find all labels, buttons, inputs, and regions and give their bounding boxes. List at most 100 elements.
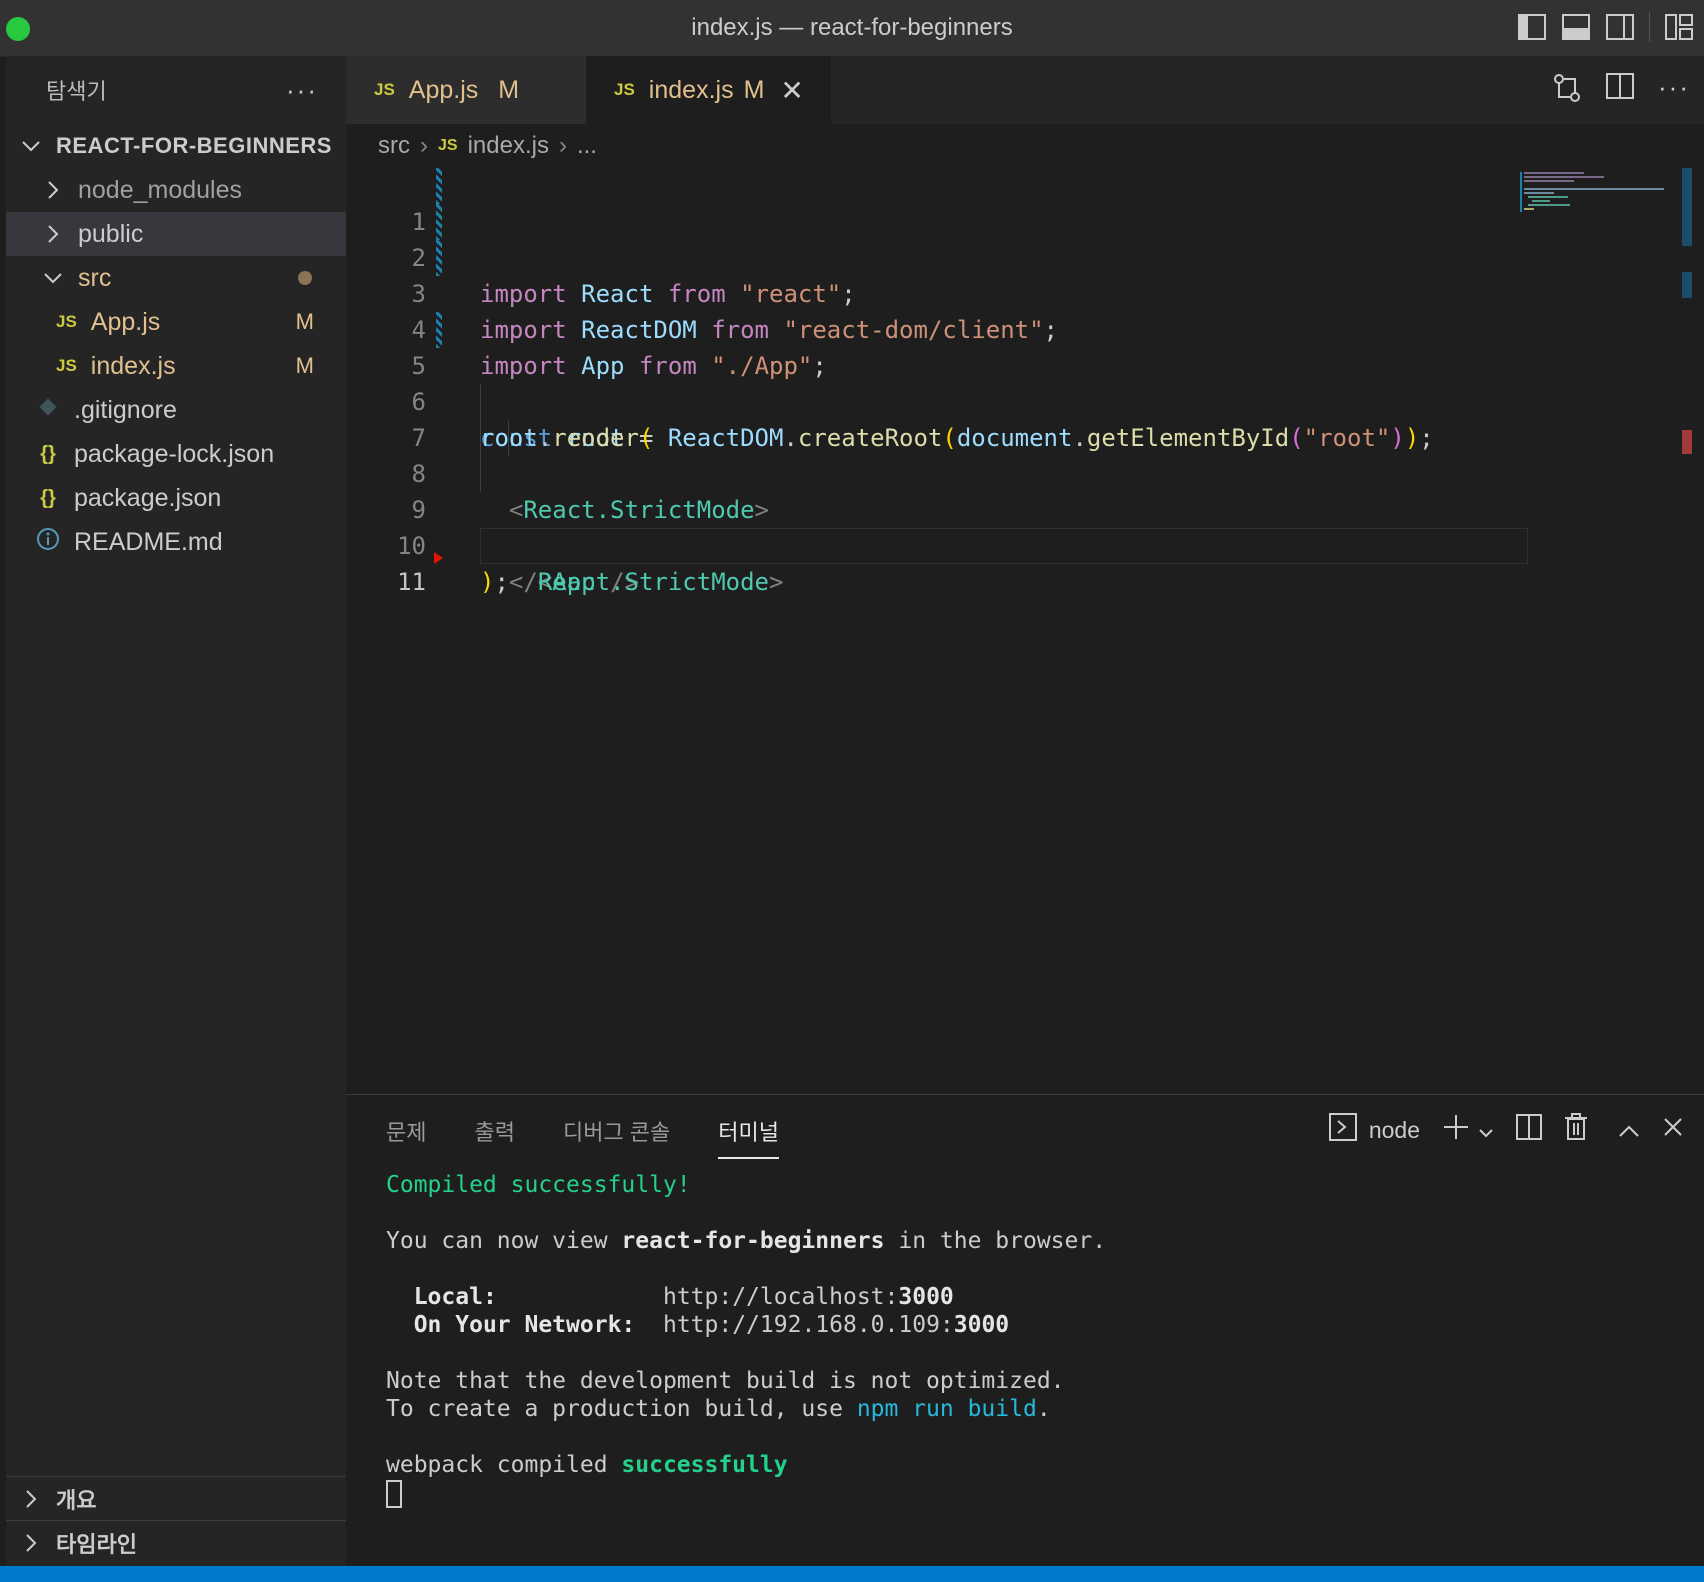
divider xyxy=(1649,12,1650,42)
git-status-badge: M xyxy=(743,75,765,104)
terminal-shell-name[interactable]: node xyxy=(1369,1117,1420,1144)
breadcrumb-symbols[interactable]: ... xyxy=(577,132,597,160)
open-changes-icon[interactable] xyxy=(1552,72,1582,109)
terminal-output[interactable]: Compiled successfully! You can now view … xyxy=(386,1171,1106,1508)
terminal-local-url[interactable]: http://localhost: xyxy=(663,1284,898,1310)
status-bar xyxy=(0,1566,1704,1582)
panel-actions: node xyxy=(1328,1113,1684,1147)
tree-item-app-js[interactable]: JS App.js M xyxy=(6,300,346,344)
explorer-title: 탐색기 xyxy=(46,79,107,104)
tree-item-label: App.js xyxy=(90,307,161,336)
code-line: 6 root.render( xyxy=(346,348,1526,452)
tree-item-gitignore[interactable]: .gitignore xyxy=(6,388,346,432)
project-folder-header[interactable]: REACT-FOR-BEGINNERS xyxy=(6,124,346,168)
close-tab-icon[interactable]: ✕ xyxy=(780,74,803,107)
tab-app-js[interactable]: JS App.js M xyxy=(346,56,586,124)
chevron-right-icon xyxy=(18,1489,44,1509)
git-status-badge: M xyxy=(498,75,520,104)
code-line: 2 import ReactDOM from "react-dom/client… xyxy=(346,204,1526,344)
split-terminal-icon[interactable] xyxy=(1516,1114,1542,1146)
tree-item-label: .gitignore xyxy=(74,395,177,424)
breadcrumb-folder[interactable]: src xyxy=(378,132,410,160)
terminal-compiled-line: Compiled successfully! xyxy=(386,1172,691,1198)
terminal-webpack-prefix: webpack compiled xyxy=(386,1452,622,1478)
toggle-panel-icon[interactable] xyxy=(1561,12,1591,42)
breadcrumb: src › JS index.js › ... xyxy=(378,124,597,168)
json-file-icon: {} xyxy=(40,442,56,465)
chevron-down-icon[interactable] xyxy=(1478,1117,1494,1144)
tree-item-public[interactable]: public xyxy=(6,212,346,256)
tree-item-label: index.js xyxy=(90,351,176,380)
toggle-secondary-sidebar-icon[interactable] xyxy=(1605,12,1635,42)
code-line: 1 import React from "react"; xyxy=(346,168,1526,308)
chevron-right-icon: › xyxy=(420,132,428,159)
tree-item-readme[interactable]: README.md xyxy=(6,520,346,564)
outline-section[interactable]: 개요 xyxy=(6,1476,346,1521)
terminal-note-prefix: To create a production build, use xyxy=(386,1396,857,1422)
timeline-section[interactable]: 타임라인 xyxy=(6,1520,346,1565)
scrollbar-marker xyxy=(1682,272,1692,298)
terminal-network-url[interactable]: http://192.168.0.109: xyxy=(663,1312,954,1338)
json-file-icon: {} xyxy=(40,486,56,509)
more-actions-icon[interactable]: ··· xyxy=(286,75,318,106)
tab-index-js[interactable]: JS index.js M ✕ xyxy=(586,56,831,124)
tree-item-src[interactable]: src xyxy=(6,256,346,300)
terminal-view-prefix: You can now view xyxy=(386,1228,622,1254)
outline-label: 개요 xyxy=(56,1488,97,1513)
editor-tab-bar: JS App.js M JS index.js M ✕ ··· xyxy=(346,56,1704,124)
new-terminal-icon[interactable] xyxy=(1442,1113,1470,1147)
indent-guide xyxy=(508,420,509,456)
scrollbar-thumb[interactable] xyxy=(1682,168,1692,246)
git-modified-marker xyxy=(436,168,442,204)
git-file-icon xyxy=(34,397,62,423)
split-editor-icon[interactable] xyxy=(1606,72,1635,109)
tab-terminal[interactable]: 터미널 xyxy=(718,1115,780,1159)
tree-item-label: node_modules xyxy=(78,175,243,204)
toggle-primary-sidebar-icon[interactable] xyxy=(1517,12,1547,42)
tree-item-node-modules[interactable]: node_modules xyxy=(6,168,346,212)
panel-tabs: 문제 출력 디버그 콘솔 터미널 xyxy=(386,1115,780,1159)
indent-guide xyxy=(480,420,481,456)
modified-dot-icon xyxy=(298,271,312,285)
bottom-panel: 문제 출력 디버그 콘솔 터미널 node Compiled successfu… xyxy=(346,1094,1704,1567)
breadcrumb-file[interactable]: index.js xyxy=(468,132,549,160)
trash-icon[interactable] xyxy=(1564,1113,1588,1147)
tab-output[interactable]: 출력 xyxy=(474,1115,514,1159)
terminal-note-suffix: . xyxy=(1036,1396,1051,1422)
code-line: 8 <App /> xyxy=(346,420,1526,596)
js-file-icon: JS xyxy=(56,356,77,375)
maximize-panel-icon[interactable] xyxy=(1618,1117,1640,1144)
tab-problems[interactable]: 문제 xyxy=(386,1115,426,1159)
minimap[interactable] xyxy=(1520,168,1680,228)
tree-item-package-lock-json[interactable]: {} package-lock.json xyxy=(6,432,346,476)
more-actions-icon[interactable]: ··· xyxy=(1658,72,1690,109)
terminal-local-port: 3000 xyxy=(898,1284,954,1310)
code-line: 7 <React.StrictMode> xyxy=(346,384,1526,524)
close-panel-icon[interactable] xyxy=(1662,1116,1684,1144)
tree-item-package-json[interactable]: {} package.json xyxy=(6,476,346,520)
chevron-right-icon xyxy=(40,224,66,244)
code-text: ); xyxy=(480,568,509,596)
explorer-header: 탐색기 ··· xyxy=(6,56,346,124)
code-line: 9 </React.StrictMode> xyxy=(346,456,1526,596)
customize-layout-icon[interactable] xyxy=(1664,12,1694,42)
git-modified-marker xyxy=(436,312,442,348)
terminal-note-line: Note that the development build is not o… xyxy=(386,1368,1065,1394)
chevron-down-icon xyxy=(18,140,44,152)
code-line: 10 ); xyxy=(346,492,1526,596)
js-file-icon: JS xyxy=(614,80,635,99)
code-text: </React.StrictMode> xyxy=(508,568,784,596)
tree-item-index-js[interactable]: JS index.js M xyxy=(6,344,346,388)
code-line: 5 const root = ReactDOM.createRoot(docum… xyxy=(346,312,1526,452)
explorer-sidebar: 탐색기 ··· REACT-FOR-BEGINNERS node_modules… xyxy=(6,56,346,1566)
tab-debug-console[interactable]: 디버그 콘솔 xyxy=(563,1115,670,1159)
scrollbar-error-marker xyxy=(1682,430,1692,454)
tab-label: index.js xyxy=(648,75,734,104)
tab-label: App.js xyxy=(408,75,479,104)
timeline-label: 타임라인 xyxy=(56,1532,137,1557)
title-bar: index.js — react-for-beginners xyxy=(0,0,1704,57)
indent-guide xyxy=(480,384,481,420)
terminal-network-port: 3000 xyxy=(953,1312,1010,1338)
current-line-highlight xyxy=(480,528,1528,564)
chevron-right-icon: › xyxy=(558,132,567,159)
